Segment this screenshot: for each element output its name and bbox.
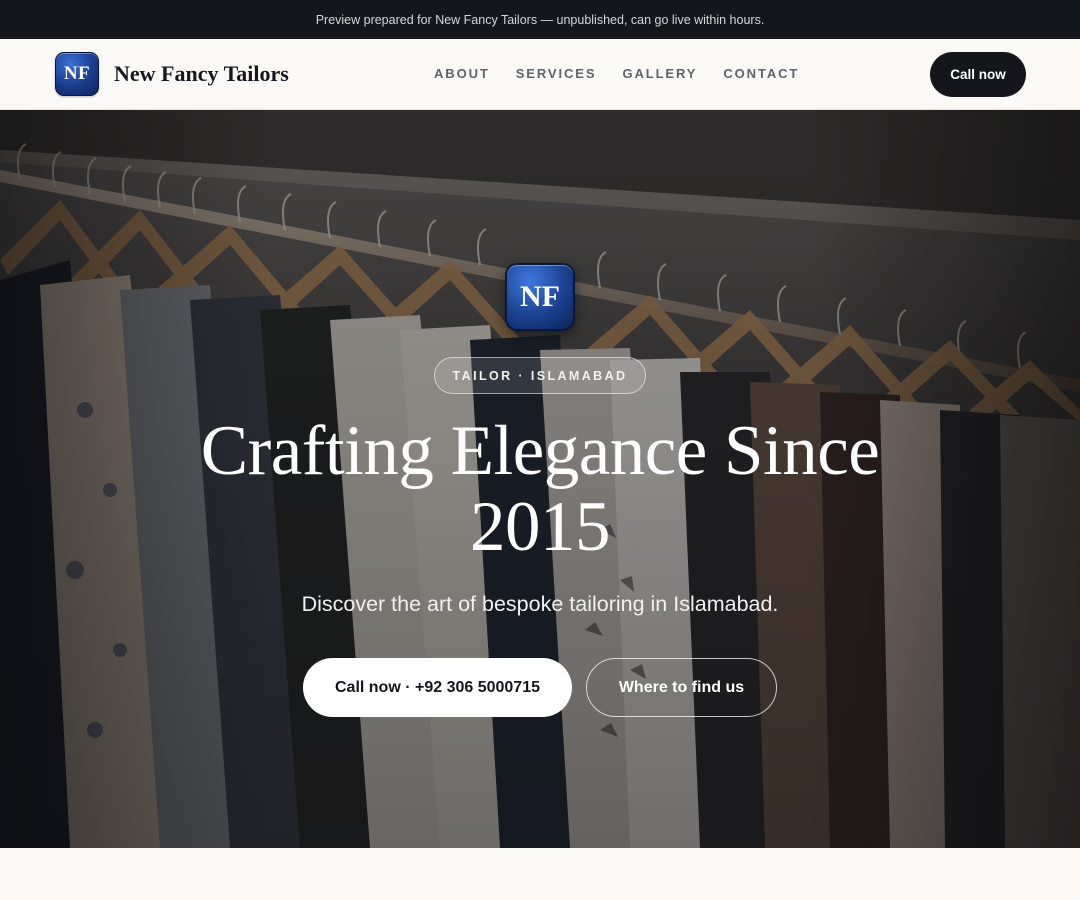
call-now-button[interactable]: Call now <box>930 52 1026 97</box>
hero-subtitle: Discover the art of bespoke tailoring in… <box>301 592 779 616</box>
site-header: NF New Fancy Tailors ABOUT SERVICES GALL… <box>0 39 1080 110</box>
hero-category-badge: TAILOR · ISLAMABAD <box>434 357 646 394</box>
nav-link-services[interactable]: SERVICES <box>516 65 597 83</box>
hero-logo: NF <box>505 263 575 331</box>
brand[interactable]: NF New Fancy Tailors <box>55 52 289 96</box>
brand-logo[interactable]: NF <box>55 52 99 96</box>
hero-content: NF TAILOR · ISLAMABAD Crafting Elegance … <box>0 110 1080 848</box>
call-phone-button[interactable]: Call now · +92 306 5000715 <box>303 658 572 717</box>
nav-link-contact[interactable]: CONTACT <box>723 65 799 83</box>
announcement-text: Preview prepared for New Fancy Tailors —… <box>315 12 765 27</box>
hero-title: Crafting Elegance Since 2015 <box>200 412 880 566</box>
announcement-bar: Preview prepared for New Fancy Tailors —… <box>0 0 1080 39</box>
hero-section: NF TAILOR · ISLAMABAD Crafting Elegance … <box>0 110 1080 848</box>
next-section <box>0 848 1080 900</box>
nav-link-about[interactable]: ABOUT <box>434 65 490 83</box>
where-to-find-us-button[interactable]: Where to find us <box>586 658 777 717</box>
nav-link-gallery[interactable]: GALLERY <box>622 65 697 83</box>
brand-name[interactable]: New Fancy Tailors <box>114 61 289 87</box>
main-nav: ABOUT SERVICES GALLERY CONTACT <box>434 65 825 83</box>
